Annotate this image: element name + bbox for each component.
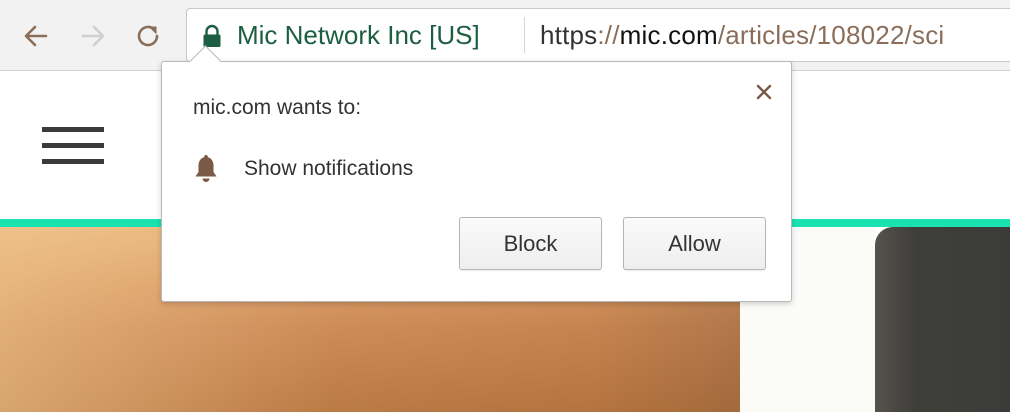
close-icon	[756, 84, 772, 100]
back-button[interactable]	[16, 16, 56, 56]
reload-icon	[137, 25, 159, 47]
hero-image-right	[875, 227, 1010, 412]
site-identity-label[interactable]: Mic Network Inc [US]	[237, 20, 480, 51]
block-button[interactable]: Block	[459, 217, 602, 270]
url-text[interactable]: https://mic.com/articles/108022/sci	[540, 20, 944, 51]
dialog-title: mic.com wants to:	[193, 96, 362, 119]
notification-permission-dialog: mic.com wants to: Show notifications Blo…	[161, 45, 792, 302]
reload-button[interactable]	[128, 16, 168, 56]
bell-icon	[195, 155, 217, 182]
address-separator	[524, 17, 525, 53]
browser-window: Mic Network Inc [US] https://mic.com/art…	[0, 0, 1010, 412]
url-path: /articles/108022/sci	[717, 20, 945, 50]
permission-row: Show notifications	[193, 152, 413, 186]
hamburger-menu-icon[interactable]	[42, 127, 104, 167]
allow-button[interactable]: Allow	[623, 217, 766, 270]
forward-arrow-icon	[81, 25, 105, 47]
forward-button[interactable]	[73, 16, 113, 56]
back-arrow-icon	[24, 25, 48, 47]
url-slashes: ://	[597, 20, 620, 50]
address-bar[interactable]: Mic Network Inc [US] https://mic.com/art…	[186, 8, 1010, 62]
url-scheme: https	[540, 20, 598, 50]
url-host: mic.com	[619, 20, 718, 50]
permission-label: Show notifications	[244, 157, 414, 180]
close-button[interactable]	[752, 80, 776, 104]
